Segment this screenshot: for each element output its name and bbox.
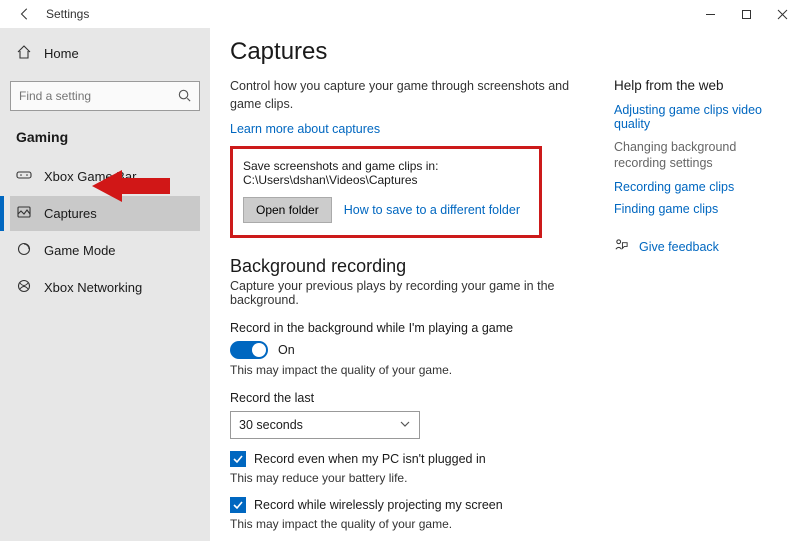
maximize-button[interactable]	[728, 0, 764, 28]
title-bar: Settings	[0, 0, 800, 28]
wireless-project-checkbox[interactable]	[230, 497, 246, 513]
home-icon	[16, 44, 32, 63]
background-recording-sub: Capture your previous plays by recording…	[230, 279, 600, 307]
home-nav[interactable]: Home	[10, 36, 200, 71]
sidebar-item-xbox-networking[interactable]: Xbox Networking	[10, 270, 200, 305]
record-last-value: 30 seconds	[239, 418, 303, 432]
bg-record-toggle[interactable]	[230, 341, 268, 359]
help-link-recording[interactable]: Recording game clips	[614, 180, 784, 194]
sidebar-item-captures[interactable]: Captures	[10, 196, 200, 231]
help-panel: Help from the web Adjusting game clips v…	[614, 38, 784, 531]
bg-toggle-hint: This may impact the quality of your game…	[230, 363, 600, 377]
home-label: Home	[44, 46, 79, 61]
bg-toggle-state: On	[278, 343, 295, 357]
feedback-icon	[614, 238, 629, 256]
page-title: Captures	[230, 38, 600, 66]
plugged-in-label: Record even when my PC isn't plugged in	[254, 452, 486, 466]
bg-toggle-label: Record in the background while I'm playi…	[230, 321, 600, 335]
highlighted-box: Save screenshots and game clips in: C:\U…	[230, 146, 542, 238]
plugged-in-hint: This may reduce your battery life.	[230, 471, 600, 485]
search-input[interactable]	[10, 81, 200, 111]
window-title: Settings	[46, 7, 89, 21]
sidebar-item-label: Xbox Networking	[44, 280, 142, 295]
xbox-game-bar-icon	[16, 167, 32, 186]
sidebar: Home Gaming Xbox Game Bar	[0, 28, 210, 541]
give-feedback-link[interactable]: Give feedback	[639, 240, 719, 254]
intro-text: Control how you capture your game throug…	[230, 78, 600, 113]
captures-icon	[16, 204, 32, 223]
save-location-text: Save screenshots and game clips in: C:\U…	[243, 159, 529, 187]
wireless-project-hint: This may impact the quality of your game…	[230, 517, 600, 531]
record-last-select[interactable]: 30 seconds	[230, 411, 420, 439]
wireless-project-label: Record while wirelessly projecting my sc…	[254, 498, 503, 512]
help-link-quality[interactable]: Adjusting game clips video quality	[614, 103, 784, 131]
help-text-bg-settings: Changing background recording settings	[614, 139, 784, 172]
record-last-label: Record the last	[230, 391, 600, 405]
sidebar-item-label: Captures	[44, 206, 97, 221]
open-folder-button[interactable]: Open folder	[243, 197, 332, 223]
sidebar-section: Gaming	[16, 129, 194, 145]
chevron-down-icon	[399, 418, 411, 433]
main-content: Captures Control how you capture your ga…	[230, 38, 614, 531]
sidebar-item-xbox-game-bar[interactable]: Xbox Game Bar	[10, 159, 200, 194]
help-heading: Help from the web	[614, 78, 784, 93]
learn-more-link[interactable]: Learn more about captures	[230, 122, 380, 136]
howto-save-link[interactable]: How to save to a different folder	[344, 203, 520, 217]
plugged-in-checkbox[interactable]	[230, 451, 246, 467]
back-icon[interactable]	[18, 7, 32, 21]
minimize-button[interactable]	[692, 0, 728, 28]
sidebar-item-label: Xbox Game Bar	[44, 169, 137, 184]
help-link-finding[interactable]: Finding game clips	[614, 202, 784, 216]
xbox-networking-icon	[16, 278, 32, 297]
sidebar-item-game-mode[interactable]: Game Mode	[10, 233, 200, 268]
search-icon	[177, 88, 192, 106]
close-button[interactable]	[764, 0, 800, 28]
window-controls	[692, 0, 800, 28]
background-recording-heading: Background recording	[230, 256, 600, 277]
game-mode-icon	[16, 241, 32, 260]
sidebar-item-label: Game Mode	[44, 243, 116, 258]
